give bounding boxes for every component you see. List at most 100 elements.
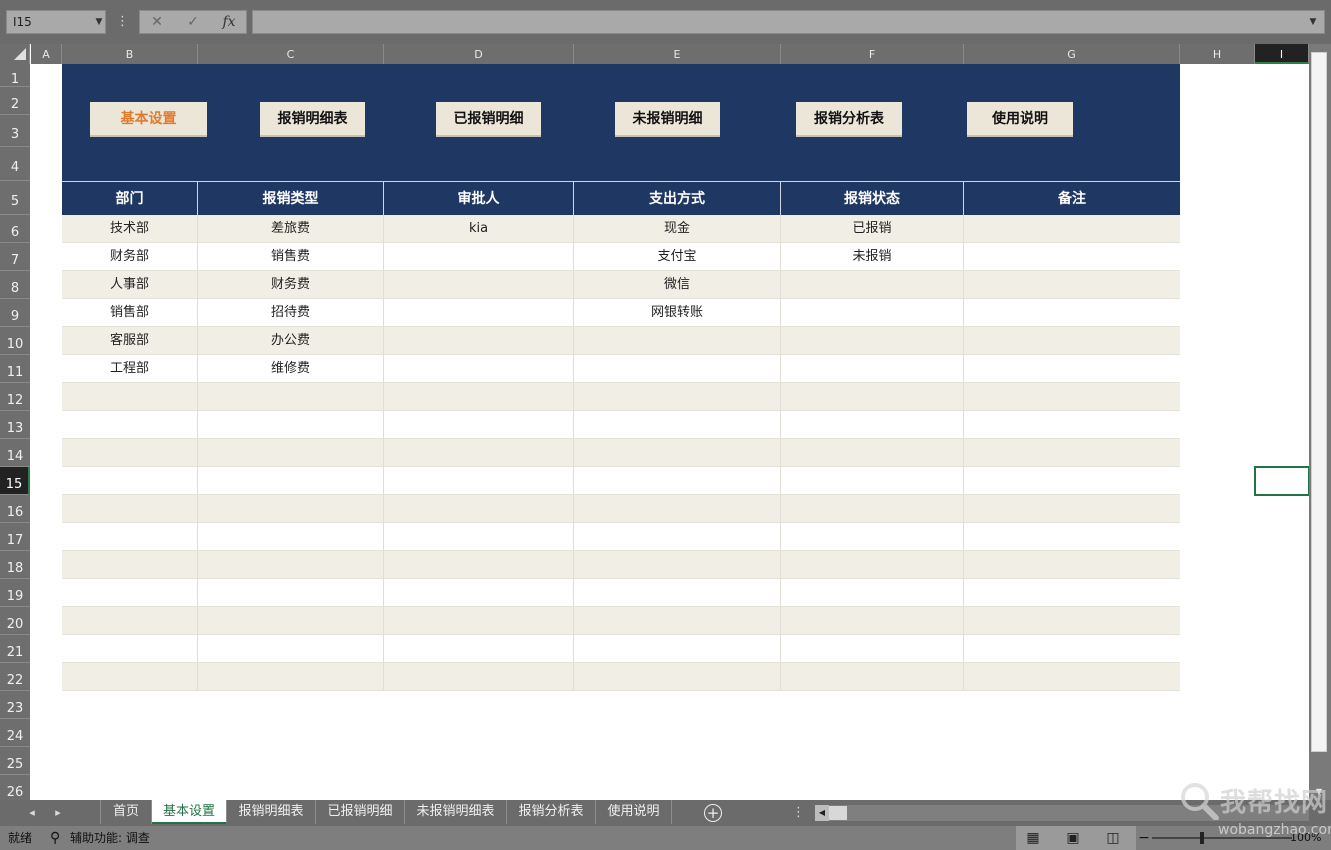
column-header-f[interactable]: F [781, 44, 964, 64]
cell-department[interactable] [62, 383, 198, 411]
cell-notes[interactable] [964, 635, 1180, 663]
row-header-23[interactable]: 23 [0, 691, 30, 719]
cell-expense-type[interactable]: 维修费 [198, 355, 384, 383]
cell-approver[interactable] [384, 411, 574, 439]
cell-notes[interactable] [964, 355, 1180, 383]
cell-expense-type[interactable]: 差旅费 [198, 215, 384, 243]
cell-payment-method[interactable] [574, 411, 781, 439]
cell-expense-type[interactable]: 办公费 [198, 327, 384, 355]
worksheet-grid[interactable]: 基本设置 报销明细表 已报销明细 未报销明细 报销分析表 使用说明 部门 报销类… [31, 64, 1309, 800]
row-header-25[interactable]: 25 [0, 747, 30, 775]
row-header-26[interactable]: 26 [0, 775, 30, 800]
cell-payment-method[interactable] [574, 495, 781, 523]
cell-expense-type[interactable] [198, 607, 384, 635]
cell-department[interactable] [62, 495, 198, 523]
cell-expense-type[interactable]: 财务费 [198, 271, 384, 299]
cell-status[interactable] [781, 271, 964, 299]
cell-expense-type[interactable]: 销售费 [198, 243, 384, 271]
more-vertical-icon[interactable]: ⋮ [116, 10, 129, 34]
row-header-17[interactable]: 17 [0, 523, 30, 551]
cell-payment-method[interactable] [574, 439, 781, 467]
cell-department[interactable]: 人事部 [62, 271, 198, 299]
table-header-payment-method[interactable]: 支出方式 [574, 182, 781, 216]
cell-payment-method[interactable] [574, 327, 781, 355]
cell-status[interactable] [781, 495, 964, 523]
cell-expense-type[interactable] [198, 439, 384, 467]
cell-status[interactable] [781, 383, 964, 411]
cell-department[interactable] [62, 411, 198, 439]
cell-status[interactable] [781, 411, 964, 439]
cell-approver[interactable]: kia [384, 215, 574, 243]
cell-payment-method[interactable] [574, 635, 781, 663]
cell-notes[interactable] [964, 551, 1180, 579]
row-header-22[interactable]: 22 [0, 663, 30, 691]
cell-notes[interactable] [964, 495, 1180, 523]
accessibility-status[interactable]: 辅助功能: 调查 [70, 826, 150, 850]
cell-status[interactable] [781, 299, 964, 327]
row-header-16[interactable]: 16 [0, 495, 30, 523]
column-header-g[interactable]: G [964, 44, 1180, 64]
sheet-tab-expense-analysis[interactable]: 报销分析表 [507, 800, 596, 824]
cell-department[interactable] [62, 607, 198, 635]
cell-approver[interactable] [384, 663, 574, 691]
cell-notes[interactable] [964, 663, 1180, 691]
cell-notes[interactable] [964, 523, 1180, 551]
cell-notes[interactable] [964, 439, 1180, 467]
horizontal-scroll-thumb[interactable] [829, 806, 847, 820]
page-layout-icon[interactable]: ▣ [1064, 830, 1082, 846]
table-header-approver[interactable]: 审批人 [384, 182, 574, 216]
row-header-10[interactable]: 10 [0, 327, 30, 355]
row-header-20[interactable]: 20 [0, 607, 30, 635]
cell-approver[interactable] [384, 299, 574, 327]
nav-button-instructions[interactable]: 使用说明 [967, 102, 1073, 137]
cell-department[interactable]: 技术部 [62, 215, 198, 243]
tab-scroll-right-icon[interactable]: ▸ [48, 800, 68, 826]
cell-status[interactable] [781, 607, 964, 635]
cell-expense-type[interactable] [198, 663, 384, 691]
row-header-14[interactable]: 14 [0, 439, 30, 467]
row-header-21[interactable]: 21 [0, 635, 30, 663]
cell-notes[interactable] [964, 243, 1180, 271]
sheet-tab-basic-settings[interactable]: 基本设置 [152, 800, 227, 824]
row-header-9[interactable]: 9 [0, 299, 30, 327]
enter-icon[interactable]: ✓ [178, 11, 208, 33]
cell-approver[interactable] [384, 383, 574, 411]
cell-approver[interactable] [384, 439, 574, 467]
cell-notes[interactable] [964, 299, 1180, 327]
cell-payment-method[interactable] [574, 523, 781, 551]
cell-status[interactable] [781, 355, 964, 383]
row-header-11[interactable]: 11 [0, 355, 30, 383]
cell-payment-method[interactable]: 网银转账 [574, 299, 781, 327]
cell-status[interactable] [781, 467, 964, 495]
vertical-scrollbar[interactable]: ▼ [1309, 44, 1331, 800]
row-header-6[interactable]: 6 [0, 215, 30, 243]
cell-department[interactable] [62, 635, 198, 663]
column-header-i[interactable]: I [1255, 44, 1309, 64]
cell-status[interactable]: 未报销 [781, 243, 964, 271]
table-header-status[interactable]: 报销状态 [781, 182, 964, 216]
sheet-tab-reimbursed-details[interactable]: 已报销明细 [316, 800, 405, 824]
row-header-1[interactable]: 1 [0, 64, 30, 87]
row-header-24[interactable]: 24 [0, 719, 30, 747]
scroll-left-icon[interactable]: ◀ [815, 805, 829, 821]
cell-approver[interactable] [384, 243, 574, 271]
cell-status[interactable]: 已报销 [781, 215, 964, 243]
normal-view-icon[interactable]: ▦ [1024, 830, 1042, 846]
cell-expense-type[interactable]: 招待费 [198, 299, 384, 327]
cell-payment-method[interactable] [574, 355, 781, 383]
cell-approver[interactable] [384, 467, 574, 495]
sheet-tab-expense-details[interactable]: 报销明细表 [227, 800, 316, 824]
row-header-12[interactable]: 12 [0, 383, 30, 411]
cell-department[interactable] [62, 663, 198, 691]
row-header-15[interactable]: 15 [0, 467, 30, 495]
cell-notes[interactable] [964, 411, 1180, 439]
row-header-4[interactable]: 4 [0, 147, 30, 181]
cell-status[interactable] [781, 635, 964, 663]
column-header-b[interactable]: B [62, 44, 198, 64]
cell-notes[interactable] [964, 383, 1180, 411]
cancel-icon[interactable]: ✕ [142, 11, 172, 33]
row-header-8[interactable]: 8 [0, 271, 30, 299]
sheet-tab-instructions[interactable]: 使用说明 [596, 800, 672, 824]
cell-department[interactable]: 工程部 [62, 355, 198, 383]
cell-notes[interactable] [964, 579, 1180, 607]
